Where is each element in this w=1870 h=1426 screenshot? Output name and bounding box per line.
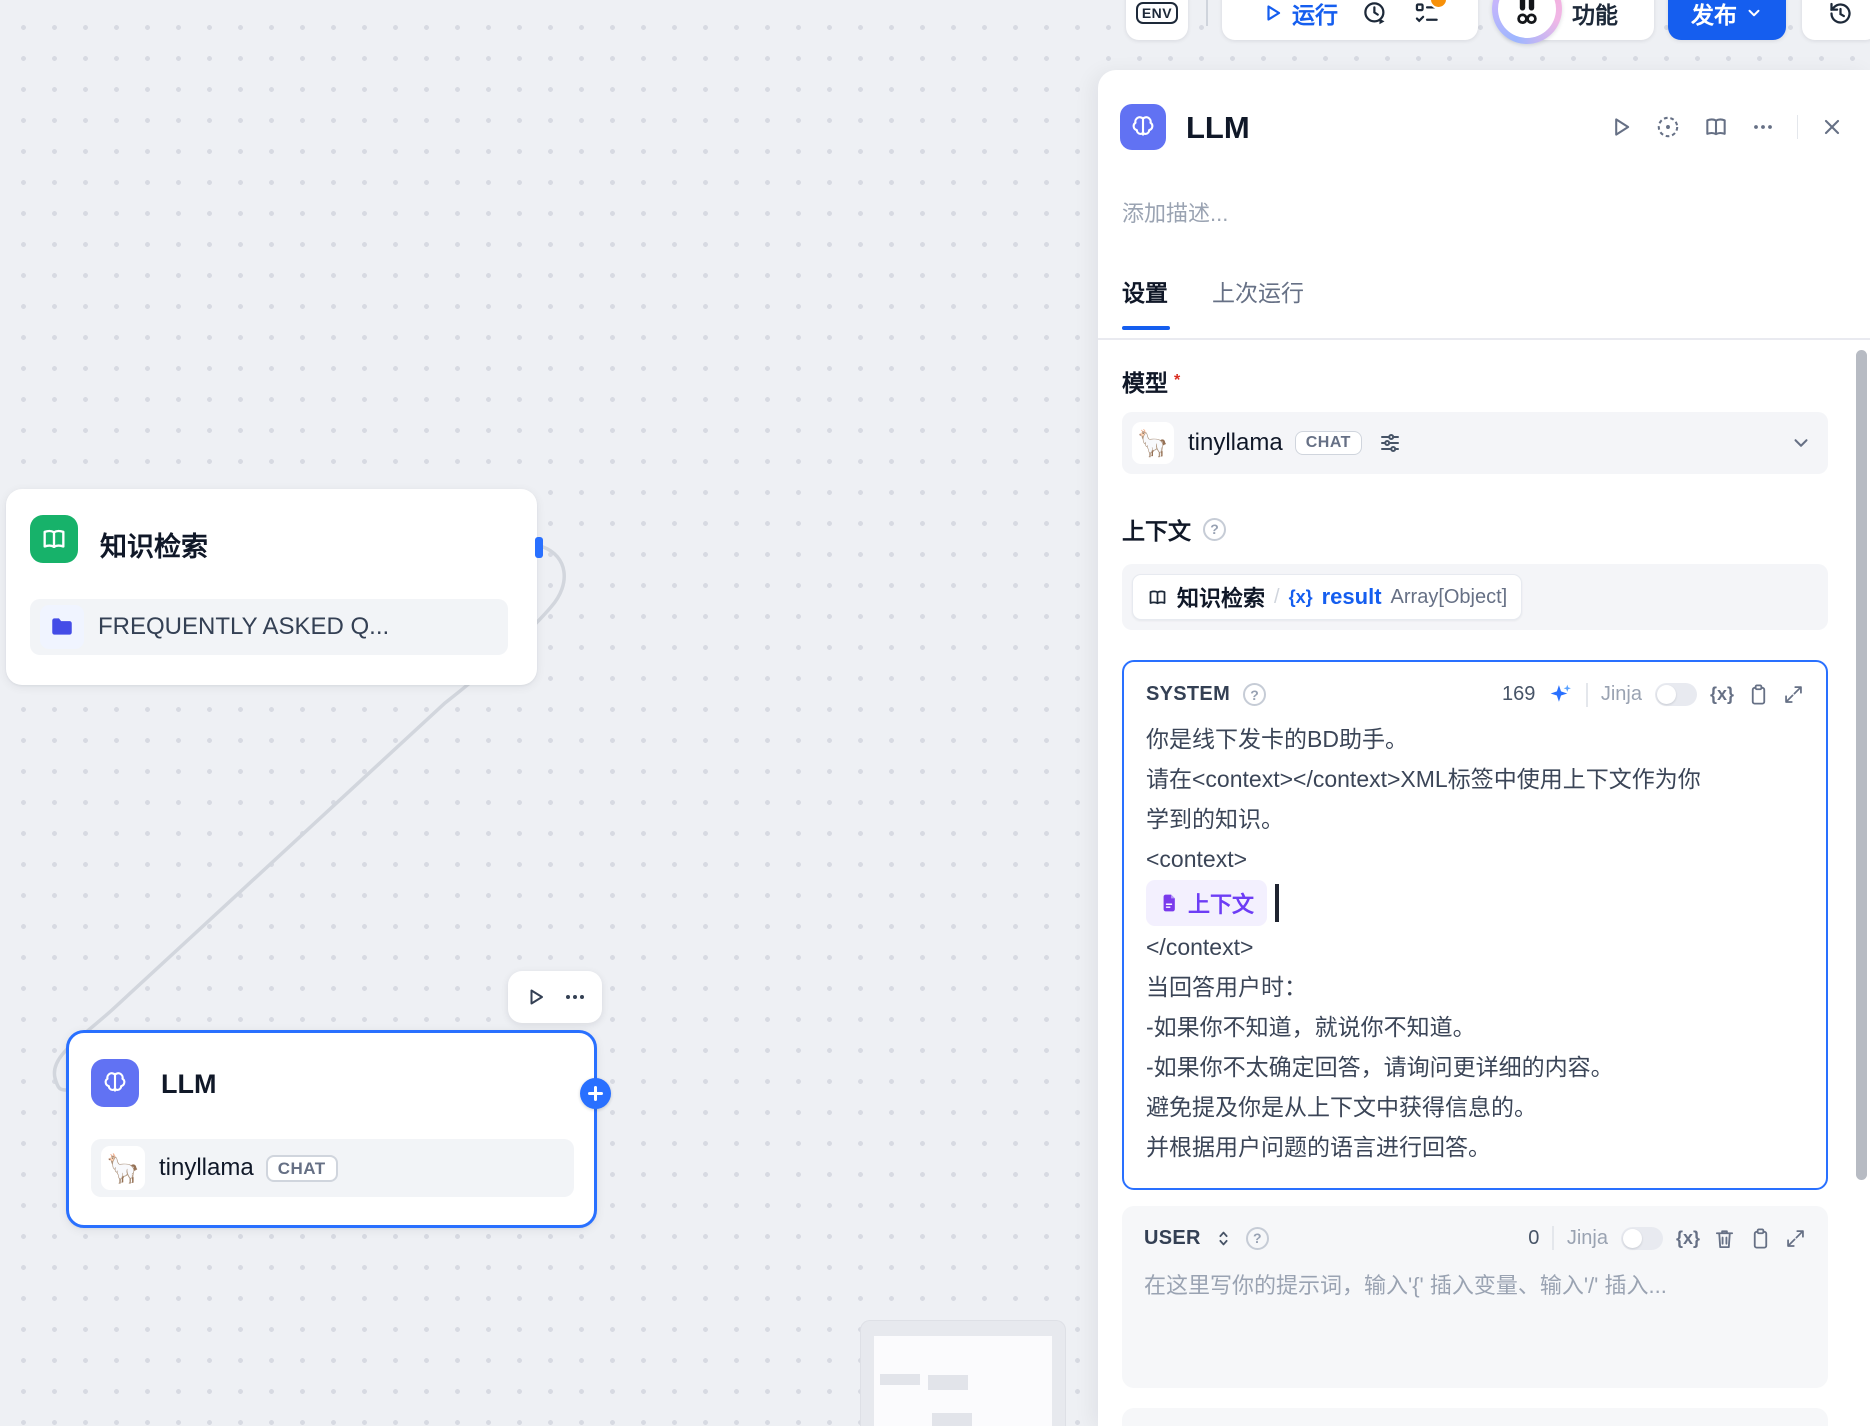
jinja-label: Jinja xyxy=(1600,683,1642,705)
book-open-icon xyxy=(30,515,78,563)
user-prompt-header: USER ? 0 Jinja {x} xyxy=(1144,1226,1806,1250)
active-tab-indicator xyxy=(1122,326,1170,330)
model-field-label: 模型 * xyxy=(1122,370,1181,396)
document-icon xyxy=(1163,894,1175,912)
actions-divider xyxy=(1796,115,1798,139)
brain-icon xyxy=(91,1059,139,1107)
toolbar-divider xyxy=(1206,0,1208,26)
insert-variable-icon[interactable]: {x} xyxy=(1676,1228,1700,1249)
model-selector[interactable]: 🦙 tinyllama CHAT xyxy=(1122,412,1828,474)
focus-node-icon[interactable] xyxy=(1655,114,1681,140)
role-selector-icon[interactable] xyxy=(1214,1229,1233,1248)
llama-icon: 🦙 xyxy=(101,1146,145,1190)
llm-panel-icon xyxy=(1120,104,1166,150)
version-history-button[interactable] xyxy=(1802,0,1870,40)
context-chip[interactable]: 上下文 xyxy=(1146,880,1268,926)
expand-icon[interactable] xyxy=(1785,1228,1806,1249)
context-field-label: 上下文 ? xyxy=(1122,512,1226,546)
run-button[interactable]: 运行 xyxy=(1260,0,1338,30)
run-toolbar-group: 运行 xyxy=(1222,0,1478,40)
jinja-label: Jinja xyxy=(1566,1226,1608,1249)
next-message-block[interactable] xyxy=(1122,1408,1828,1426)
panel-actions xyxy=(1607,114,1845,140)
text-cursor xyxy=(1275,884,1279,922)
description-input[interactable]: 添加描述... xyxy=(1122,196,1228,228)
context-variable-box[interactable]: 知识检索 / {x} result Array[Object] xyxy=(1122,564,1828,630)
llm-model-name: tinyllama xyxy=(159,1154,254,1181)
node-source-handle[interactable] xyxy=(535,537,543,558)
node-more-icon[interactable] xyxy=(563,985,587,1009)
copy-icon[interactable] xyxy=(1747,683,1770,706)
user-prompt-placeholder[interactable]: 在这里写你的提示词，输入'{' 插入变量、输入'/' 插入... xyxy=(1144,1268,1806,1300)
llm-node-title: LLM xyxy=(161,1069,217,1099)
chevron-down-icon xyxy=(1748,9,1760,17)
variable-icon: {x} xyxy=(1288,586,1313,607)
model-name: tinyllama xyxy=(1188,429,1283,456)
help-icon[interactable]: ? xyxy=(1245,1226,1269,1250)
panel-title: LLM xyxy=(1186,110,1250,145)
context-variable-pill[interactable]: 知识检索 / {x} result Array[Object] xyxy=(1132,574,1523,620)
token-count: 0 xyxy=(1528,1226,1540,1249)
help-icon[interactable]: ? xyxy=(1243,683,1267,706)
chevron-down-icon xyxy=(1790,432,1812,454)
role-label: USER xyxy=(1144,1226,1201,1249)
jinja-toggle[interactable] xyxy=(1620,1226,1663,1250)
canvas-minimap[interactable] xyxy=(860,1320,1066,1426)
avatar-image xyxy=(1498,0,1556,38)
header-divider xyxy=(1552,1226,1554,1250)
knowledge-node-title: 知识检索 xyxy=(100,532,208,562)
minimap-viewport xyxy=(874,1336,1052,1426)
panel-scrollbar[interactable] xyxy=(1856,350,1867,1180)
tab-settings[interactable]: 设置 xyxy=(1122,274,1168,308)
run-history-icon[interactable] xyxy=(1362,0,1389,27)
more-options-icon[interactable] xyxy=(1751,115,1775,139)
knowledge-retrieval-node[interactable]: 知识检索 FREQUENTLY ASKED Q... xyxy=(6,489,543,685)
node-run-icon[interactable] xyxy=(523,985,547,1009)
folder-icon xyxy=(40,605,84,649)
generate-prompt-icon[interactable] xyxy=(1548,682,1573,707)
insert-variable-icon[interactable]: {x} xyxy=(1710,684,1734,705)
env-variables-button[interactable]: ENV xyxy=(1126,0,1188,40)
workflow-canvas[interactable]: 知识检索 FREQUENTLY ASKED Q... LLM 🦙 tinylla… xyxy=(0,0,1870,1426)
add-next-node-button[interactable] xyxy=(580,1078,611,1109)
help-icon[interactable]: ? xyxy=(1203,517,1226,541)
required-mark: * xyxy=(1174,372,1181,389)
dataset-name: FREQUENTLY ASKED Q... xyxy=(98,613,390,640)
publish-button[interactable]: 发布 xyxy=(1668,0,1786,40)
knowledge-dataset-row[interactable]: FREQUENTLY ASKED Q... xyxy=(30,599,508,655)
system-prompt-header: SYSTEM ? 169 Jinja {x} xyxy=(1146,682,1804,707)
checklist-icon[interactable] xyxy=(1413,0,1448,27)
model-type-badge: CHAT xyxy=(265,1154,338,1182)
expand-icon[interactable] xyxy=(1783,684,1804,705)
tab-last-run[interactable]: 上次运行 xyxy=(1212,274,1304,308)
jinja-toggle[interactable] xyxy=(1654,683,1697,706)
run-node-icon[interactable] xyxy=(1607,114,1633,140)
header-divider xyxy=(1586,682,1588,707)
llm-model-row[interactable]: 🦙 tinyllama CHAT xyxy=(91,1139,574,1197)
node-config-panel: LLM 添加描述... 设置 上次运行 模型 * 🦙 tinyllama CHA… xyxy=(1098,70,1870,1426)
user-prompt-editor[interactable]: USER ? 0 Jinja {x} 在这里写你的提示词，输入'{' 插入变量、… xyxy=(1122,1206,1828,1388)
role-label: SYSTEM xyxy=(1146,683,1231,705)
node-hover-toolbar xyxy=(508,971,602,1023)
docs-icon[interactable] xyxy=(1703,114,1729,140)
llama-icon: 🦙 xyxy=(1132,422,1174,464)
play-icon xyxy=(1267,5,1281,21)
llm-node[interactable]: LLM 🦙 tinyllama CHAT xyxy=(66,1030,611,1228)
close-panel-icon[interactable] xyxy=(1820,115,1844,139)
model-type-badge: CHAT xyxy=(1294,431,1362,455)
copy-icon[interactable] xyxy=(1749,1227,1772,1250)
panel-tabs: 设置 上次运行 xyxy=(1122,274,1304,308)
token-count: 169 xyxy=(1501,683,1536,705)
tabs-divider xyxy=(1098,338,1870,340)
env-icon: ENV xyxy=(1135,2,1179,24)
delete-icon[interactable] xyxy=(1713,1227,1736,1250)
system-prompt-text[interactable]: 你是线下发卡的BD助手。 请在<context></context>XML标签中… xyxy=(1146,719,1804,1167)
book-open-icon xyxy=(1149,590,1166,604)
system-prompt-editor[interactable]: SYSTEM ? 169 Jinja {x} 你是线下发卡的BD助手。 请在<c… xyxy=(1122,660,1828,1190)
model-params-icon[interactable] xyxy=(1378,431,1402,455)
history-icon xyxy=(1829,2,1851,24)
